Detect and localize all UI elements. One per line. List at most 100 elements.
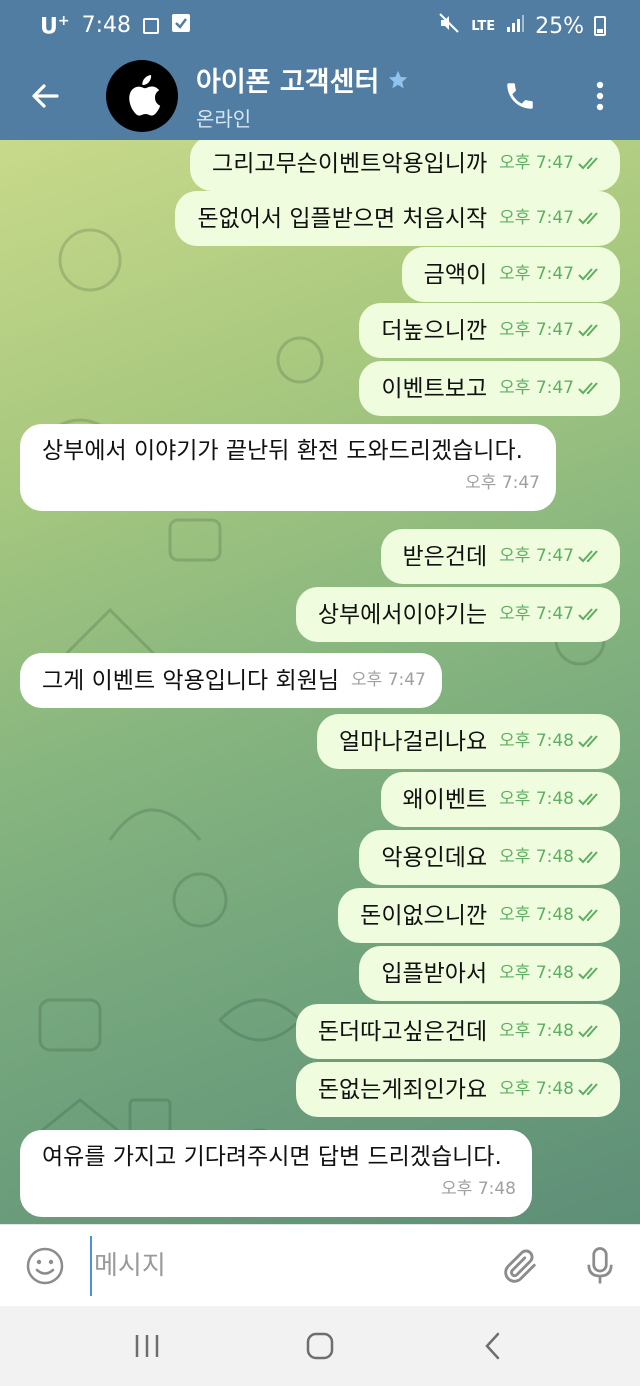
double-check-icon (578, 1025, 598, 1038)
message-time: 오후 7:48 (499, 905, 574, 925)
apple-logo-icon (129, 75, 161, 116)
system-back-button[interactable] (443, 1306, 543, 1386)
message-text: 이벤트보고 (381, 376, 488, 402)
carrier-plus: + (57, 12, 70, 29)
message-meta: 오후 7:47 (42, 466, 540, 501)
battery-percent: 25% (535, 13, 584, 39)
message-text: 상부에서 이야기가 끝난뒤 환전 도와드리겠습니다. (42, 438, 523, 464)
microphone-icon (587, 1246, 613, 1283)
message-text: 금액이 (423, 262, 488, 288)
message-meta: 오후 7:47 (499, 597, 604, 632)
message-incoming[interactable]: 그게 이벤트 악용입니다 회원님 오후 7:47 (20, 653, 442, 708)
message-outgoing[interactable]: 그리고무슨이벤트악용입니까 오후 7:47 (190, 140, 620, 191)
message-incoming[interactable]: 상부에서 이야기가 끝난뒤 환전 도와드리겠습니다. 오후 7:47 (20, 424, 556, 511)
more-vertical-icon (596, 81, 604, 111)
message-text: 더높으니깐 (381, 318, 488, 344)
message-text: 돈이없으니깐 (360, 903, 488, 929)
message-outgoing[interactable]: 왜이벤트 오후 7:48 (380, 772, 620, 827)
message-outgoing[interactable]: 더높으니깐 오후 7:47 (359, 303, 620, 358)
message-outgoing[interactable]: 받은건데 오후 7:47 (380, 529, 620, 584)
double-check-icon (578, 608, 598, 621)
message-meta: 오후 7:48 (499, 898, 604, 933)
message-time: 오후 7:47 (499, 378, 574, 398)
emoji-button[interactable] (0, 1225, 90, 1307)
chat-title: 아이폰 고객센터 (196, 67, 380, 98)
back-button[interactable] (0, 52, 90, 140)
paperclip-icon (504, 1249, 536, 1283)
message-time: 오후 7:47 (351, 670, 426, 690)
message-text: 받은건데 (402, 544, 488, 570)
network-type: LTE (471, 18, 496, 34)
double-check-icon (578, 735, 598, 748)
message-meta: 오후 7:48 (499, 724, 604, 759)
check-notification-icon (171, 13, 191, 39)
message-time: 오후 7:48 (499, 731, 574, 751)
message-incoming[interactable]: 여유를 가지고 기다려주시면 답변 드리겠습니다. 오후 7:48 (20, 1130, 532, 1217)
star-icon (389, 70, 408, 88)
status-left: U+ 7:48 (40, 13, 191, 39)
double-check-icon (578, 909, 598, 922)
message-meta: 오후 7:48 (499, 782, 604, 817)
home-button[interactable] (270, 1306, 370, 1386)
double-check-icon (578, 157, 598, 170)
message-text: 상부에서이야기는 (317, 602, 488, 628)
message-time: 오후 7:48 (441, 1179, 516, 1199)
signal-icon (505, 13, 525, 39)
double-check-icon (578, 550, 598, 563)
back-arrow-icon (32, 84, 59, 108)
message-outgoing[interactable]: 이벤트보고 오후 7:47 (359, 361, 620, 416)
message-time: 오후 7:48 (499, 1021, 574, 1041)
carrier-label: U+ (40, 13, 70, 39)
message-outgoing[interactable]: 돈없어서 입플받으면 처음시작 오후 7:47 (175, 191, 620, 246)
message-time: 오후 7:48 (499, 847, 574, 867)
message-time: 오후 7:47 (499, 546, 574, 566)
double-check-icon (578, 793, 598, 806)
smiley-icon (26, 1247, 64, 1284)
recents-icon (135, 1335, 158, 1357)
message-time: 오후 7:48 (499, 963, 574, 983)
double-check-icon (578, 851, 598, 864)
message-outgoing[interactable]: 돈이없으니깐 오후 7:48 (338, 888, 620, 943)
message-time: 오후 7:47 (499, 208, 574, 228)
message-text: 여유를 가지고 기다려주시면 답변 드리겠습니다. (42, 1144, 502, 1170)
chat-header: 아이폰 고객센터 온라인 (0, 52, 640, 140)
mute-icon (437, 11, 461, 41)
voice-record-button[interactable] (560, 1225, 640, 1307)
message-meta: 오후 7:47 (499, 539, 604, 574)
message-input[interactable] (90, 1235, 480, 1296)
title-line: 아이폰 고객센터 (196, 60, 409, 99)
message-meta: 오후 7:47 (499, 313, 604, 348)
recent-apps-button[interactable] (97, 1306, 197, 1386)
message-outgoing[interactable]: 입플받아서 오후 7:48 (359, 946, 620, 1001)
message-text: 얼마나걸리나요 (339, 729, 488, 755)
message-meta: 오후 7:47 (499, 257, 604, 292)
message-outgoing[interactable]: 돈더따고싶은건데 오후 7:48 (295, 1004, 620, 1059)
avatar[interactable] (106, 60, 178, 132)
message-meta: 오후 7:48 (499, 1072, 604, 1107)
message-time: 오후 7:48 (499, 1079, 574, 1099)
message-text: 악용인데요 (381, 845, 488, 871)
message-meta: 오후 7:48 (42, 1172, 516, 1207)
message-outgoing[interactable]: 돈없는게죄인가요 오후 7:48 (295, 1062, 620, 1117)
message-meta: 오후 7:47 (499, 201, 604, 236)
message-outgoing[interactable]: 악용인데요 오후 7:48 (359, 830, 620, 885)
gallery-notification-icon (143, 17, 160, 34)
more-options-button[interactable] (560, 52, 640, 140)
message-time: 오후 7:47 (499, 604, 574, 624)
double-check-icon (578, 967, 598, 980)
attach-button[interactable] (480, 1225, 560, 1307)
message-outgoing[interactable]: 얼마나걸리나요 오후 7:48 (317, 714, 620, 769)
chat-title-block[interactable]: 아이폰 고객센터 온라인 (196, 60, 409, 132)
message-outgoing[interactable]: 금액이 오후 7:47 (401, 247, 620, 302)
message-time: 오후 7:48 (499, 789, 574, 809)
message-time: 오후 7:47 (499, 153, 574, 173)
message-outgoing[interactable]: 상부에서이야기는 오후 7:47 (295, 587, 620, 642)
double-check-icon (578, 212, 598, 225)
message-time: 오후 7:47 (499, 320, 574, 340)
message-meta: 오후 7:48 (499, 956, 604, 991)
message-text: 왜이벤트 (402, 787, 488, 813)
status-bar: U+ 7:48 LTE 25% (0, 0, 640, 52)
chat-area[interactable]: 그리고무슨이벤트악용입니까 오후 7:47 돈없어서 입플받으면 처음시작 오후… (0, 140, 640, 1224)
message-text: 그리고무슨이벤트악용입니까 (212, 151, 488, 177)
call-button[interactable] (480, 52, 560, 140)
